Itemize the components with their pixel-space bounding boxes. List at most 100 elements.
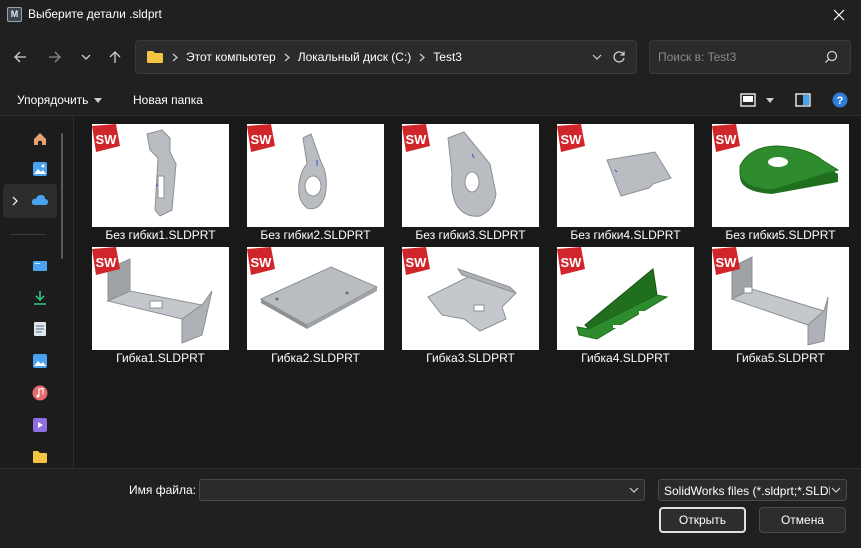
file-item[interactable]: SW Без гибки3.SLDPRT [402, 124, 542, 246]
solidworks-badge-icon: SW [557, 124, 585, 152]
svg-text:SW: SW [716, 132, 738, 147]
file-name: Гибка3.SLDPRT [426, 351, 515, 365]
search-box[interactable] [649, 40, 851, 74]
file-item[interactable]: SW Гибка5.SLDPRT [712, 247, 852, 369]
refresh-button[interactable] [610, 48, 628, 66]
new-folder-button[interactable]: Новая папка [133, 93, 203, 107]
sidebar-item-downloads[interactable] [31, 289, 49, 307]
search-icon [825, 50, 838, 63]
music-icon [32, 385, 48, 401]
filename-input[interactable] [206, 483, 616, 497]
cloud-icon [31, 195, 48, 205]
folder-icon [146, 50, 164, 64]
sidebar-item-music[interactable] [31, 384, 49, 402]
file-item[interactable]: SW Гибка4.SLDPRT [557, 247, 697, 369]
pictures-icon [33, 354, 47, 368]
sidebar-item-home[interactable] [31, 130, 49, 148]
breadcrumb-item-this-pc[interactable]: Этот компьютер [186, 50, 276, 64]
document-icon [34, 322, 46, 336]
app-icon: M [7, 7, 22, 22]
solidworks-badge-icon: SW [712, 247, 740, 275]
chevron-right-icon [12, 196, 18, 206]
sidebar-item-desktop[interactable] [31, 257, 49, 275]
forward-button[interactable] [43, 43, 67, 71]
file-item[interactable]: SW Без гибки1.SLDPRT [92, 124, 232, 246]
preview-pane-icon [795, 93, 811, 107]
file-type-select[interactable]: SolidWorks files (*.sldprt;*.SLDPRT) [658, 479, 847, 501]
file-item[interactable]: SW Без гибки4.SLDPRT [557, 124, 697, 246]
organize-label: Упорядочить [17, 93, 89, 107]
breadcrumb-item-test3[interactable]: Test3 [433, 50, 462, 64]
file-item[interactable]: SW Гибка2.SLDPRT [247, 247, 387, 369]
caret-down-icon [94, 97, 103, 103]
file-thumbnail: SW [402, 124, 539, 227]
file-name: Без гибки1.SLDPRT [105, 228, 216, 242]
navigation-bar: Этот компьютер Локальный диск (C:) Test3 [0, 30, 861, 84]
file-list: SW Без гибки1.SLDPRT SW Без гибки2.SLDPR… [75, 117, 861, 468]
address-dropdown-button[interactable] [588, 48, 606, 66]
file-item[interactable]: SW Без гибки2.SLDPRT [247, 124, 387, 246]
file-item[interactable]: SW Гибка1.SLDPRT [92, 247, 232, 369]
file-thumbnail: SW [557, 124, 694, 227]
solidworks-badge-icon: SW [247, 124, 275, 152]
sidebar-item-pictures[interactable] [31, 352, 49, 370]
solidworks-badge-icon: SW [557, 247, 585, 275]
file-type-value: SolidWorks files (*.sldprt;*.SLDPRT) [664, 484, 830, 498]
close-icon [833, 9, 845, 21]
file-item[interactable]: SW Без гибки5.SLDPRT [712, 124, 852, 246]
file-thumbnail: SW [247, 124, 384, 227]
up-button[interactable] [103, 43, 127, 71]
svg-text:SW: SW [251, 255, 273, 270]
svg-text:SW: SW [406, 255, 428, 270]
svg-text:?: ? [837, 95, 844, 107]
sidebar-item-videos[interactable] [31, 416, 49, 434]
sidebar-divider [10, 234, 46, 235]
new-folder-label: Новая папка [133, 93, 203, 107]
file-thumbnail: SW [92, 247, 229, 350]
chevron-down-icon [81, 54, 91, 60]
desktop-icon [33, 261, 47, 271]
svg-text:SW: SW [561, 132, 583, 147]
navigation-pane [0, 117, 74, 468]
sidebar-item-folder[interactable] [31, 448, 49, 466]
svg-text:SW: SW [96, 132, 118, 147]
home-icon [34, 133, 46, 145]
sidebar-item-onedrive[interactable] [3, 184, 57, 218]
close-button[interactable] [817, 0, 861, 30]
chevron-down-icon[interactable] [629, 485, 639, 495]
command-bar: Упорядочить Новая папка ? [0, 84, 861, 116]
organize-button[interactable]: Упорядочить [17, 93, 103, 107]
file-thumbnail: SW [557, 247, 694, 350]
search-input[interactable] [658, 49, 818, 65]
caret-down-icon [766, 97, 774, 103]
view-options-button[interactable] [740, 91, 774, 109]
filename-label: Имя файла: [129, 483, 196, 497]
file-item[interactable]: SW Гибка3.SLDPRT [402, 247, 542, 369]
recent-locations-button[interactable] [74, 43, 98, 71]
dialog-footer: Имя файла: SolidWorks files (*.sldprt;*.… [0, 468, 861, 548]
file-name: Без гибки4.SLDPRT [570, 228, 681, 242]
sidebar-item-gallery[interactable] [31, 160, 49, 178]
chevron-right-icon [172, 53, 178, 62]
file-name: Без гибки3.SLDPRT [415, 228, 526, 242]
open-button[interactable]: Открыть [659, 507, 746, 533]
svg-text:SW: SW [716, 255, 738, 270]
help-button[interactable]: ? [832, 91, 848, 109]
view-icon [740, 93, 756, 107]
back-button[interactable] [8, 43, 32, 71]
solidworks-badge-icon: SW [92, 124, 120, 152]
cancel-button[interactable]: Отмена [759, 507, 846, 533]
file-thumbnail: SW [247, 247, 384, 350]
solidworks-badge-icon: SW [712, 124, 740, 152]
file-thumbnail: SW [712, 124, 849, 227]
help-icon: ? [832, 92, 848, 108]
chevron-down-icon [592, 54, 602, 60]
address-bar[interactable]: Этот компьютер Локальный диск (C:) Test3 [135, 40, 637, 74]
title-bar: M Выберите детали .sldprt [0, 0, 861, 30]
sidebar-item-documents[interactable] [31, 320, 49, 338]
sidebar-scrollbar[interactable] [61, 133, 63, 259]
filename-combobox[interactable] [199, 479, 645, 501]
breadcrumb-item-local-disk[interactable]: Локальный диск (C:) [298, 50, 412, 64]
preview-pane-button[interactable] [795, 91, 811, 109]
solidworks-badge-icon: SW [247, 247, 275, 275]
